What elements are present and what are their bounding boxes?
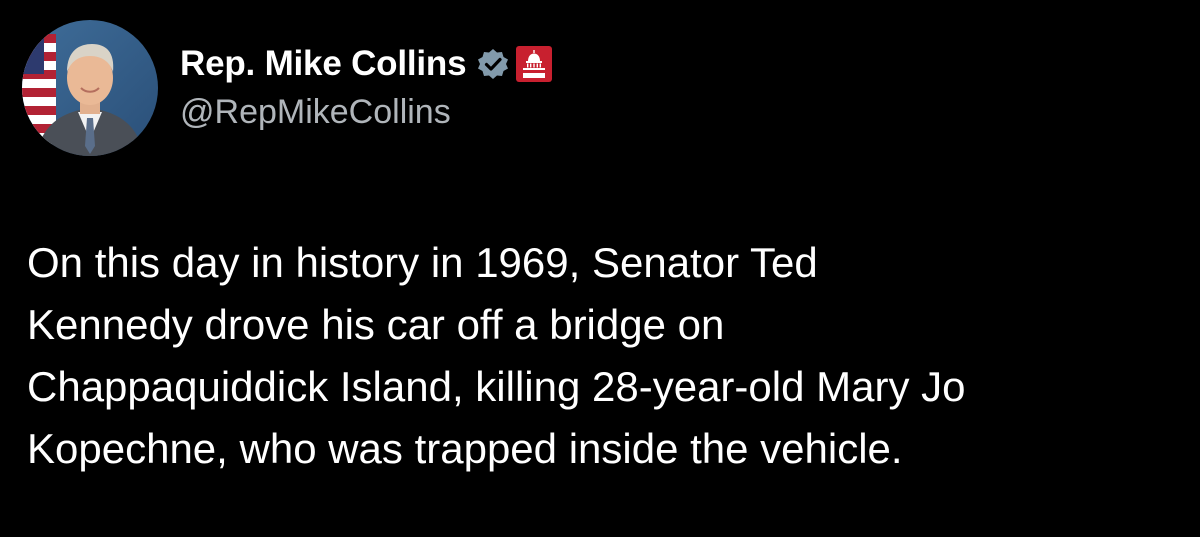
author-identity: Rep. Mike Collins @RepMikeCollins [180, 41, 553, 132]
tweet-header: Rep. Mike Collins @RepMikeCollins [22, 20, 553, 156]
tweet-text-line: On this day in history in 1969, Senator … [27, 239, 818, 286]
display-name[interactable]: Rep. Mike Collins [180, 44, 467, 84]
house-gop-capitol-icon[interactable] [516, 45, 553, 82]
avatar-photo [22, 20, 158, 156]
tweet-card: Rep. Mike Collins @RepMikeCollins On thi… [0, 0, 1200, 537]
verified-check-icon[interactable] [476, 47, 510, 81]
name-row: Rep. Mike Collins [180, 41, 553, 87]
tweet-text-line: Kopechne, who was trapped inside the veh… [27, 425, 903, 472]
avatar[interactable] [22, 20, 158, 156]
author-handle[interactable]: @RepMikeCollins [180, 93, 552, 132]
tweet-body-text: On this day in history in 1969, Senator … [27, 232, 1177, 480]
tweet-text-line: Kennedy drove his car off a bridge on [27, 301, 725, 348]
tweet-text-line: Chappaquiddick Island, killing 28-year-o… [27, 363, 966, 410]
